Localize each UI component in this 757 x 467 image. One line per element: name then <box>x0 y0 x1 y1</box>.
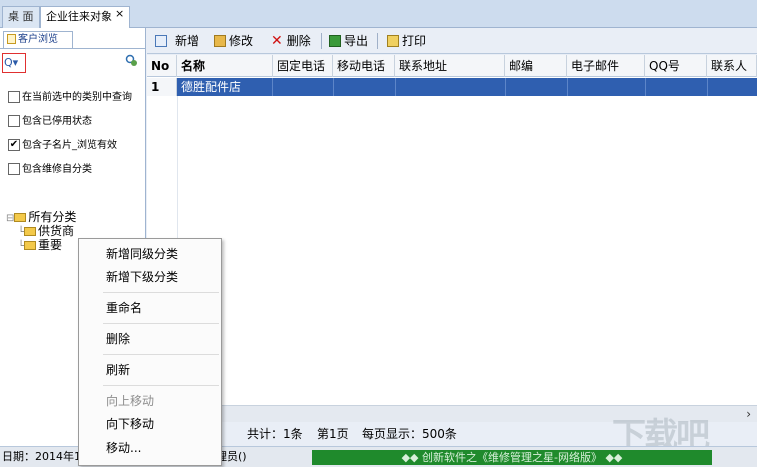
cell-divider <box>395 78 396 96</box>
menu-item-add-child[interactable]: 新增下级分类 <box>79 267 221 287</box>
menu-item-rename[interactable]: 重命名 <box>79 298 221 318</box>
col-qq[interactable]: QQ号 <box>645 55 707 77</box>
contacts-table: No 名称 固定电话 移动电话 联系地址 邮编 电子邮件 QQ号 联系人 1 德… <box>147 55 757 405</box>
edit-icon <box>214 34 226 47</box>
cell-divider <box>707 78 708 96</box>
tab-bar: 桌 面 企业往来对象 × <box>0 0 757 28</box>
tab-desktop[interactable]: 桌 面 <box>2 6 40 28</box>
add-button-label: 新增 <box>175 34 200 48</box>
checkbox-include-disabled[interactable]: 包含已停用状态 <box>8 114 92 130</box>
toolbar-divider <box>377 33 378 49</box>
print-icon <box>387 34 399 47</box>
context-menu: 新增同级分类 新增下级分类 重命名 删除 刷新 向上移动 向下移动 移动... <box>78 238 222 466</box>
checkbox-include-sub-cards[interactable]: ✔ 包含子名片_浏览有效 <box>8 138 117 154</box>
page-size: 每页显示：500条 <box>362 427 457 441</box>
status-date: 日期：2014年10 <box>2 450 88 463</box>
cell-divider <box>505 78 506 96</box>
col-no[interactable]: No <box>147 55 177 77</box>
page-number: 第1页 <box>317 427 349 441</box>
filter-icon[interactable] <box>125 54 139 72</box>
add-button[interactable]: 新增 <box>175 32 199 50</box>
export-button[interactable]: 导出 <box>329 32 368 50</box>
toolbar-divider <box>321 33 322 49</box>
menu-item-move-up: 向上移动 <box>106 394 155 408</box>
document-icon <box>7 34 16 44</box>
col-address[interactable]: 联系地址 <box>395 55 505 77</box>
export-icon <box>329 34 341 47</box>
cell-divider <box>567 78 568 96</box>
checkbox-label: 包含维修自分类 <box>22 164 92 175</box>
col-mobile[interactable]: 移动电话 <box>333 55 395 77</box>
delete-button-label: 删除 <box>286 34 311 48</box>
checkbox-label: 包含子名片_浏览有效 <box>22 140 117 151</box>
toolbar: 新增 修改 ✕ 删除 导出 打印 <box>147 28 757 54</box>
edit-button[interactable]: 修改 <box>214 32 253 50</box>
list-icon <box>155 32 170 50</box>
folder-icon <box>24 227 37 236</box>
tree-root[interactable]: ⊟ 所有分类 <box>6 210 76 224</box>
checkbox-include-repair-category[interactable]: 包含维修自分类 <box>8 162 92 178</box>
search-dropdown[interactable]: Q▾ <box>2 53 26 73</box>
close-icon[interactable]: × <box>115 7 124 20</box>
tab-customer-browse[interactable]: 客户浏览 <box>3 31 73 49</box>
menu-item-move[interactable]: 移动... <box>79 438 221 458</box>
menu-item-delete[interactable]: 删除 <box>79 329 221 349</box>
menu-divider <box>103 323 219 324</box>
delete-button[interactable]: ✕ 删除 <box>271 32 311 50</box>
row-no: 1 <box>147 78 177 96</box>
print-button-label: 打印 <box>402 34 427 48</box>
table-header: No 名称 固定电话 移动电话 联系地址 邮编 电子邮件 QQ号 联系人 <box>147 55 757 77</box>
menu-item-move-down[interactable]: 向下移动 <box>79 414 221 434</box>
checkbox-search-in-category[interactable]: 在当前选中的类别中查询 <box>8 90 132 106</box>
export-button-label: 导出 <box>344 34 369 48</box>
tree-item-label: 供货商 <box>38 224 75 238</box>
cell-divider <box>645 78 646 96</box>
scroll-right-icon[interactable]: › <box>746 407 751 421</box>
folder-icon <box>24 241 37 250</box>
total-count: 共计：1条 <box>247 427 303 441</box>
col-name[interactable]: 名称 <box>177 55 273 77</box>
delete-icon: ✕ <box>271 33 283 49</box>
col-postcode[interactable]: 邮编 <box>505 55 567 77</box>
tab-enterprise-contacts-label: 企业往来对象 <box>46 10 112 23</box>
menu-item-refresh[interactable]: 刷新 <box>79 360 221 380</box>
category-tree: ⊟ 所有分类 └ 供货商 └ 重要 <box>6 210 76 252</box>
checkbox-label: 在当前选中的类别中查询 <box>22 92 132 103</box>
menu-divider <box>103 385 219 386</box>
collapse-icon[interactable]: ⊟ <box>6 213 14 224</box>
folder-icon <box>14 213 27 222</box>
tree-root-label: 所有分类 <box>28 210 77 224</box>
check-icon[interactable]: ✔ <box>8 139 20 151</box>
col-phone[interactable]: 固定电话 <box>273 55 333 77</box>
row-name[interactable]: 德胜配件店 <box>177 78 273 96</box>
menu-divider <box>103 354 219 355</box>
checkbox-label: 包含已停用状态 <box>22 116 92 127</box>
edit-button-label: 修改 <box>229 34 254 48</box>
cell-divider <box>333 78 334 96</box>
print-button[interactable]: 打印 <box>387 32 426 50</box>
status-banner: ◆◆ 创新软件之《维修管理之星-网络版》 ◆◆ <box>312 450 712 465</box>
tree-item-important[interactable]: └ 重要 <box>6 238 76 252</box>
tree-item-label: 重要 <box>38 238 63 252</box>
menu-divider <box>103 292 219 293</box>
checkbox-box[interactable] <box>8 163 20 175</box>
tab-enterprise-contacts[interactable]: 企业往来对象 × <box>40 6 131 28</box>
checkbox-box[interactable] <box>8 115 20 127</box>
col-contact[interactable]: 联系人 <box>707 55 757 77</box>
tab-desktop-label: 桌 面 <box>8 10 34 23</box>
menu-item-add-sibling[interactable]: 新增同级分类 <box>79 244 221 264</box>
col-email[interactable]: 电子邮件 <box>567 55 645 77</box>
tab-customer-browse-label: 客户浏览 <box>18 34 58 45</box>
checkbox-box[interactable] <box>8 91 20 103</box>
tree-item-supplier[interactable]: └ 供货商 <box>6 224 76 238</box>
divider <box>0 48 146 49</box>
table-row[interactable]: 1 德胜配件店 <box>147 78 757 96</box>
